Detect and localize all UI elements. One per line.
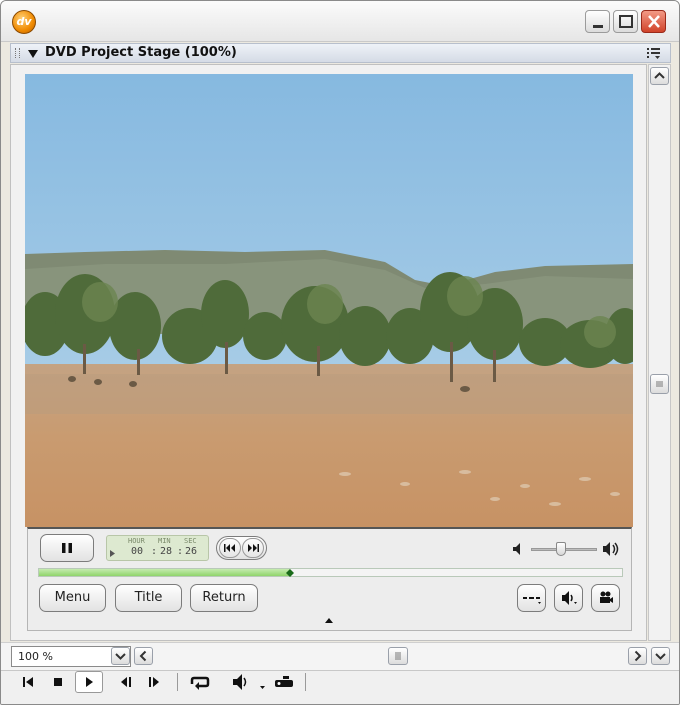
- timecode-hour: 00: [131, 546, 144, 557]
- return-button[interactable]: Return: [190, 584, 258, 612]
- scroll-thumb[interactable]: [650, 374, 669, 394]
- panel-options-icon[interactable]: [647, 47, 661, 59]
- volume-high-icon: [603, 542, 619, 556]
- chevron-up-icon: [654, 72, 665, 79]
- scroll-down-button[interactable]: [651, 647, 670, 665]
- playback-progress-fill: [39, 569, 290, 576]
- volume-low-icon: [513, 543, 520, 555]
- video-preview[interactable]: [25, 74, 633, 527]
- collapse-controls-icon[interactable]: [325, 618, 333, 624]
- volume-dropdown-icon[interactable]: [258, 671, 268, 693]
- vertical-scrollbar[interactable]: [648, 64, 671, 641]
- next-chapter-button[interactable]: [242, 538, 264, 558]
- chevron-down-icon: [115, 653, 126, 660]
- minimize-button[interactable]: [585, 10, 610, 33]
- loop-icon[interactable]: [186, 671, 214, 693]
- zoom-level-value: 100 %: [18, 650, 53, 663]
- maximize-icon: [619, 15, 633, 28]
- dvd-project-window: dv DVD Project Stage (100%) HOUR MIN SEC…: [0, 0, 680, 705]
- audio-track-button[interactable]: [554, 584, 583, 612]
- camera-angle-icon: [600, 591, 613, 603]
- step-forward-icon[interactable]: [143, 671, 165, 693]
- horizontal-scroll-thumb[interactable]: [388, 647, 408, 665]
- app-logo[interactable]: dv: [12, 10, 36, 34]
- timecode-display: HOUR MIN SEC 00 : 28 : 26: [106, 535, 209, 561]
- close-icon: [648, 15, 660, 28]
- scroll-left-button[interactable]: [134, 647, 153, 665]
- video-device-icon[interactable]: [271, 671, 299, 693]
- title-bar: dv: [1, 1, 679, 42]
- scroll-up-button[interactable]: [650, 67, 669, 85]
- subtitle-icon: [523, 597, 541, 604]
- play-button[interactable]: [75, 671, 103, 693]
- next-chapter-icon: [248, 544, 259, 552]
- play-icon: [86, 677, 93, 687]
- playhead-marker-icon[interactable]: [286, 569, 294, 577]
- volume-slider[interactable]: [531, 542, 597, 556]
- timecode-sec: 26: [185, 546, 198, 557]
- previous-chapter-button[interactable]: [219, 538, 241, 558]
- toolbar-separator: [305, 673, 306, 691]
- chapter-nav-group: [216, 536, 267, 560]
- step-back-icon[interactable]: [115, 671, 137, 693]
- timecode-hour-label: HOUR: [128, 537, 145, 545]
- pause-icon: [62, 543, 72, 553]
- menu-button[interactable]: Menu: [39, 584, 106, 612]
- maximize-button[interactable]: [613, 10, 638, 33]
- close-button[interactable]: [641, 10, 666, 33]
- panel-grip[interactable]: [15, 48, 20, 58]
- scroll-right-button[interactable]: [628, 647, 647, 665]
- audio-track-icon: [562, 591, 577, 605]
- timecode-min-label: MIN: [158, 537, 171, 545]
- camera-angle-button[interactable]: [591, 584, 620, 612]
- chevron-left-icon: [139, 650, 147, 662]
- title-button[interactable]: Title: [115, 584, 182, 612]
- timecode-min: 28: [160, 546, 173, 557]
- previous-chapter-icon: [224, 544, 235, 552]
- zoom-dropdown-button[interactable]: [111, 647, 130, 665]
- playback-progress-bar[interactable]: [38, 568, 623, 577]
- toolbar-separator: [177, 673, 178, 691]
- panel-title: DVD Project Stage (100%): [45, 45, 237, 60]
- volume-icon[interactable]: [230, 671, 252, 693]
- stop-icon[interactable]: [47, 671, 69, 693]
- chevron-right-icon: [634, 650, 642, 662]
- timecode-sec-label: SEC: [184, 537, 197, 545]
- subtitle-button[interactable]: [517, 584, 546, 612]
- go-to-start-icon[interactable]: [17, 671, 39, 693]
- panel-header: DVD Project Stage (100%): [10, 43, 671, 63]
- collapse-triangle-icon[interactable]: [28, 50, 38, 58]
- play-indicator-icon: [110, 550, 115, 557]
- video-frame-image: [25, 74, 633, 527]
- pause-button[interactable]: [40, 534, 94, 562]
- chevron-down-icon: [655, 653, 666, 660]
- minimize-icon: [593, 25, 603, 28]
- player-controls: HOUR MIN SEC 00 : 28 : 26 Menu Title Ret…: [27, 527, 632, 631]
- volume-slider-thumb[interactable]: [556, 542, 566, 556]
